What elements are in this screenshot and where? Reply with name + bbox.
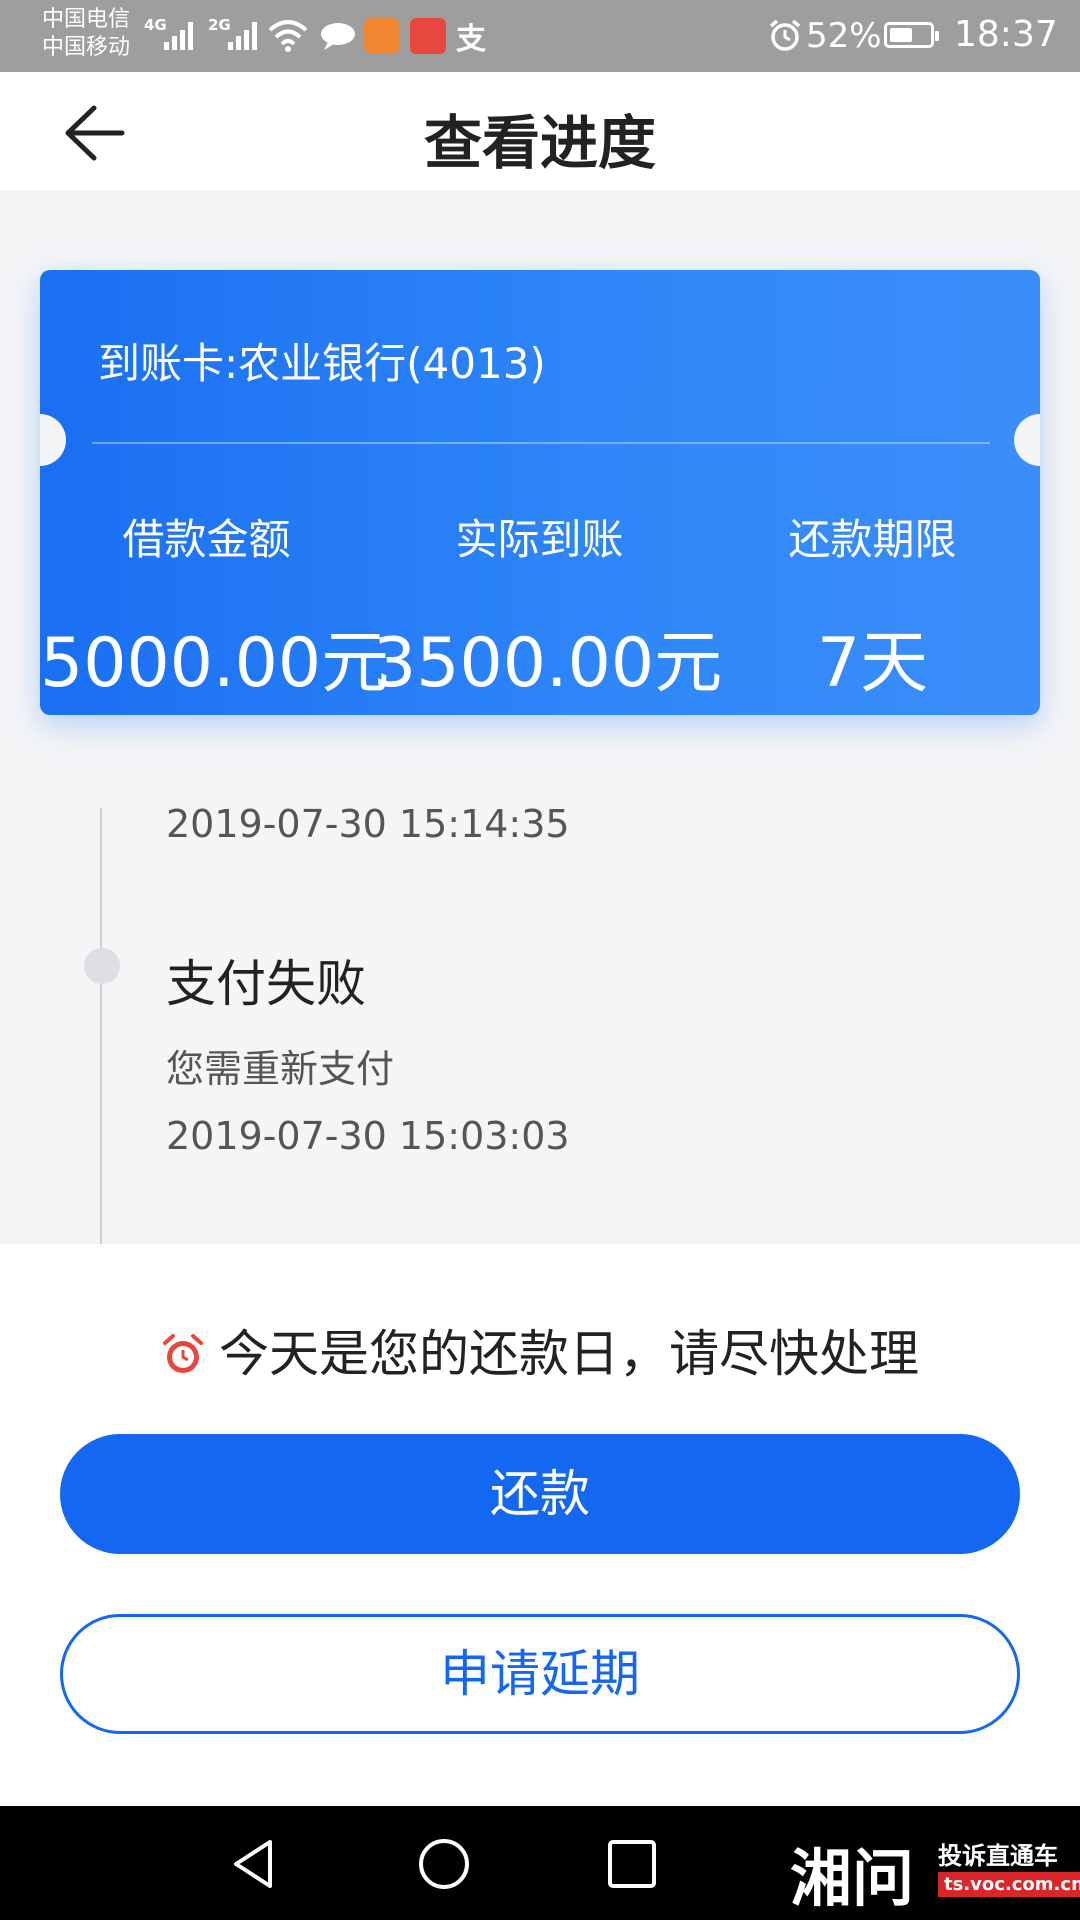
watermark-logo: 湘问 投诉直通车 ts.voc.com.cn — [790, 1828, 1080, 1915]
card-divider — [92, 442, 990, 444]
page-header: 查看进度 — [0, 72, 1080, 190]
loan-amount-value: 5000.00元 — [40, 624, 390, 703]
loan-amount-label: 借款金额 — [122, 515, 291, 564]
battery-percent: 52% — [806, 16, 882, 56]
timeline-description: 您需重新支付 — [166, 1047, 395, 1091]
back-triangle-icon[interactable] — [226, 1836, 282, 1892]
uc-browser-icon — [364, 18, 400, 54]
watermark-url: ts.voc.com.cn — [938, 1872, 1080, 1897]
received-amount-value: 3500.00元 — [373, 624, 723, 703]
watermark-brand: 湘问 — [790, 1842, 915, 1915]
repay-term-label: 还款期限 — [788, 515, 957, 564]
timeline-line — [100, 808, 102, 1244]
carrier-1: 中国电信 — [42, 7, 131, 32]
carrier-names: 中国电信 中国移动 — [42, 6, 130, 62]
alarm-clock-icon — [163, 1334, 203, 1373]
repay-term-value: 7天 — [816, 624, 929, 703]
timeline-time-2: 2019-07-30 15:03:03 — [166, 1114, 570, 1158]
loan-card: 到账卡:农业银行(4013) 借款金额 5000.00元 实际到账 3500.0… — [40, 270, 1040, 715]
timeline-status: 支付失败 — [166, 955, 366, 1013]
page-title: 查看进度 — [423, 109, 656, 177]
battery-icon — [884, 22, 939, 48]
carrier-2: 中国移动 — [42, 35, 131, 60]
home-circle-icon[interactable] — [416, 1836, 472, 1892]
repayment-notice-text: 今天是您的还款日，请尽快处理 — [219, 1325, 919, 1383]
alipay-icon: 支 — [456, 22, 486, 57]
repay-button[interactable]: 还款 — [60, 1434, 1020, 1554]
wifi-icon — [268, 20, 308, 52]
signal-icon: 2G — [208, 14, 268, 54]
loan-amount-column: 借款金额 5000.00元 — [40, 506, 390, 706]
alarm-icon — [769, 19, 801, 51]
received-amount-label: 实际到账 — [455, 515, 624, 564]
action-panel: 今天是您的还款日，请尽快处理 还款 申请延期 — [0, 1244, 1080, 1806]
signal-icon: 4G — [144, 14, 204, 54]
extend-button[interactable]: 申请延期 — [60, 1614, 1020, 1734]
bank-card-label: 到账卡:农业银行(4013) — [98, 339, 546, 388]
received-amount-column: 实际到账 3500.00元 — [373, 506, 723, 706]
navigation-bar: 湘问 投诉直通车 ts.voc.com.cn — [0, 1806, 1080, 1920]
card-notch-left — [40, 414, 66, 466]
card-notch-right — [1014, 414, 1040, 466]
repay-term-column: 还款期限 7天 — [706, 506, 1039, 706]
chat-icon — [321, 23, 355, 50]
timeline-time-1: 2019-07-30 15:14:35 — [166, 802, 570, 846]
recents-square-icon[interactable] — [604, 1836, 660, 1892]
status-time: 18:37 — [954, 14, 1058, 55]
timeline-dot — [84, 948, 120, 984]
status-bar: 中国电信 中国移动 4G 2G 支 52% 18:37 — [0, 0, 1080, 72]
repayment-notice: 今天是您的还款日，请尽快处理 — [0, 1314, 1080, 1386]
app-icon — [410, 18, 446, 54]
watermark-tagline: 投诉直通车 — [938, 1842, 1058, 1870]
